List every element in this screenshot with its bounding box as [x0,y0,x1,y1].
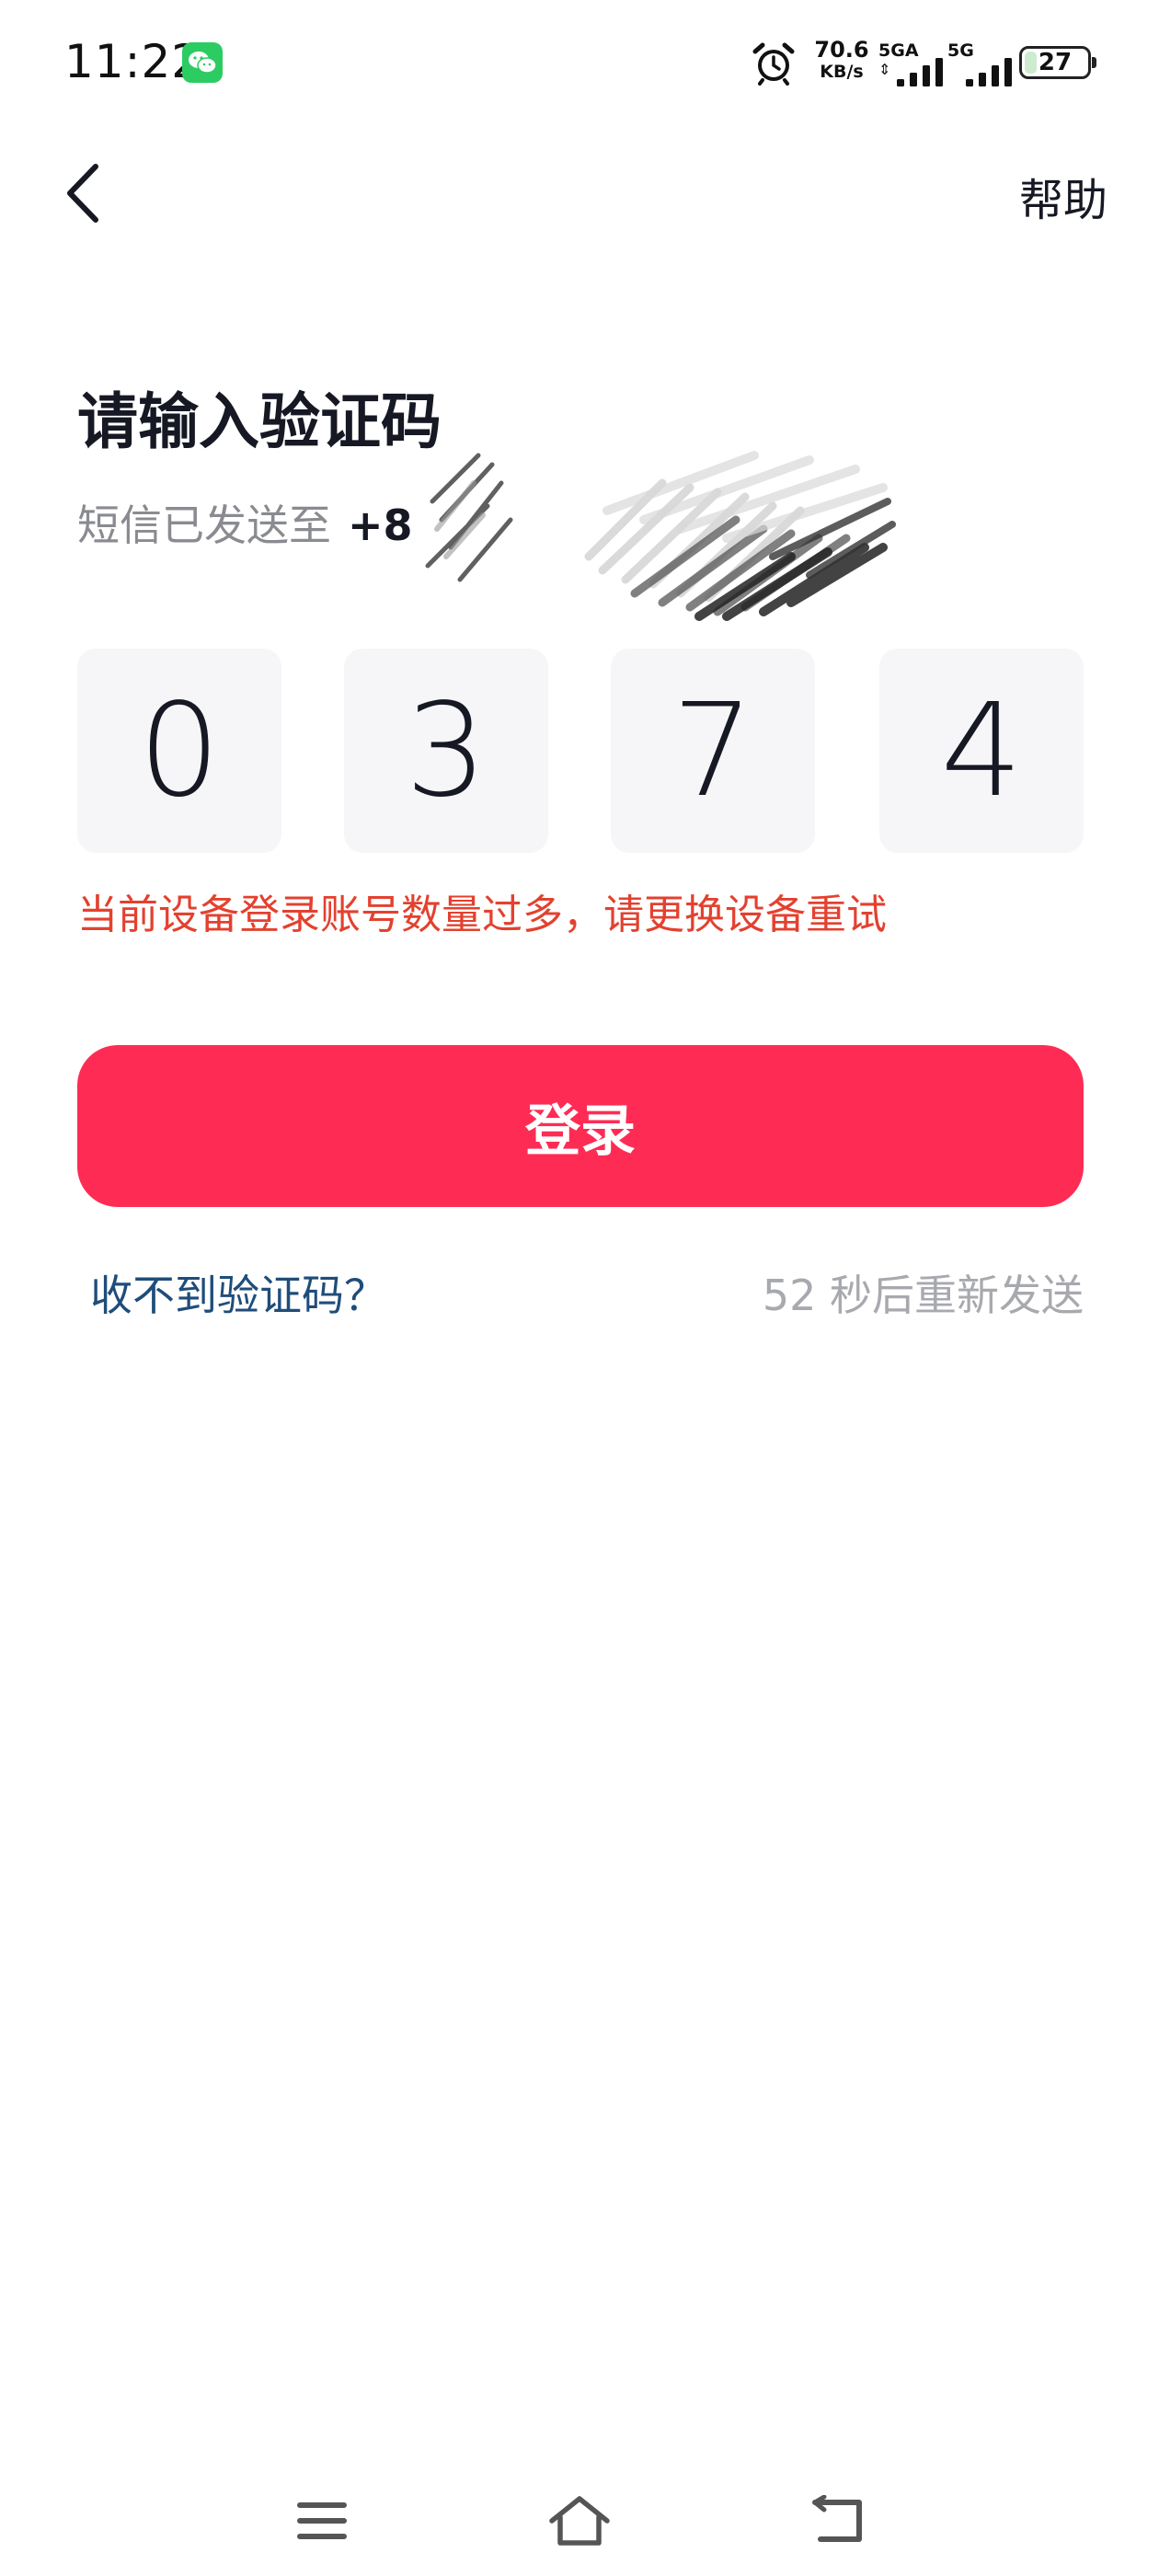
menu-icon [297,2502,347,2539]
code-digit-box[interactable]: 3 [344,649,548,853]
chevron-left-icon [67,164,98,223]
battery-icon: 27 [1019,46,1096,79]
sms-hint-prefix: 短信已发送至 [77,500,331,550]
network-speed: 70.6 KB/s [809,39,874,81]
page-title: 请输入验证码 [77,386,442,457]
signal-bars-icon [966,58,1012,86]
sim1-signal: 5GA ⇕ [878,40,952,86]
verification-page: 11:22 70.6 KB/s 5GA ⇕ 5G 27 帮助 请输入验证码 短信… [0,0,1159,2576]
battery-tip [1092,57,1096,68]
home-button[interactable] [543,2484,616,2558]
recent-apps-button[interactable] [285,2484,359,2558]
masked-phone-number: +8 [348,500,413,550]
back-arrow-icon [812,2495,862,2542]
network-speed-unit: KB/s [820,62,864,82]
back-nav-button[interactable] [800,2484,874,2558]
no-code-received-link[interactable]: 收不到验证码？ [90,1262,386,1323]
status-bar: 11:22 70.6 KB/s 5GA ⇕ 5G 27 [0,0,1159,129]
resend-countdown: 52 秒后重新发送 [762,1271,1084,1320]
signal-bars-icon [897,58,943,86]
status-time: 11:22 [64,35,202,88]
help-link[interactable]: 帮助 [1019,164,1107,228]
code-digit-box[interactable]: 0 [77,649,281,853]
back-button[interactable] [46,156,120,230]
verification-code-input[interactable]: 0 3 7 4 [77,649,1084,853]
login-button[interactable]: 登录 [77,1045,1084,1207]
sim2-signal: 5G [947,40,1021,86]
wechat-icon [182,42,223,83]
alarm-clock-icon [752,42,795,86]
data-activity-icon: ⇕ [878,61,891,78]
sms-sent-hint: 短信已发送至 +8 [77,492,413,553]
phone-redaction-scribble [425,451,896,621]
battery-level: 27 [1038,49,1073,76]
error-message: 当前设备登录账号数量过多，请更换设备重试 [77,891,887,938]
network-speed-value: 70.6 [814,37,869,63]
code-digit-box[interactable]: 4 [879,649,1084,853]
code-digit-box[interactable]: 7 [611,649,815,853]
home-icon [549,2496,610,2546]
system-nav-bar [0,2466,1159,2576]
